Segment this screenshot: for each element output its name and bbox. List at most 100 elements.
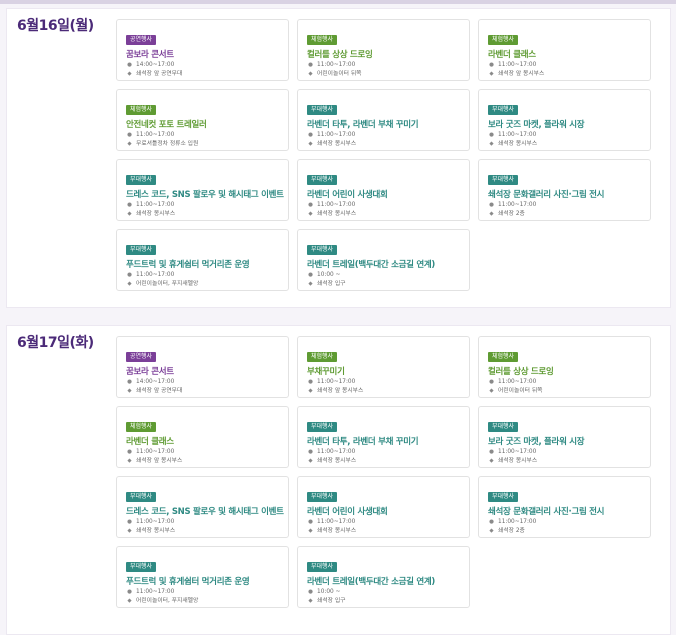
- event-card[interactable]: 체험행사 부채꾸미기 ● 11:00~17:00 ◆ 쇄석장 앞 몽시부스: [297, 336, 470, 398]
- location-diamond-icon: ◆: [489, 71, 494, 77]
- event-place-text: 쇄석장 몽시부스: [317, 458, 357, 464]
- event-card[interactable]: 부대행사 라벤더 트레일(백두대간 소금길 연계) ● 10:00 ~ ◆ 쇄석장 입구: [297, 229, 470, 291]
- event-place: ◆ 쇄석장 앞 공연무대: [126, 387, 279, 396]
- clock-icon: ●: [127, 132, 132, 138]
- event-place: ◆ 어린이놀이터 뒤쪽: [307, 70, 460, 79]
- event-place: ◆ 쇄석장 앞 몽시부스: [307, 387, 460, 396]
- clock-icon: ●: [308, 132, 313, 138]
- event-title[interactable]: 쇄석장 문화갤러리 사진·그림 전시: [488, 190, 641, 201]
- location-diamond-icon: ◆: [127, 528, 132, 534]
- event-time: ● 11:00~17:00: [488, 201, 641, 210]
- event-place-text: 쇄석장 몽시부스: [317, 211, 357, 217]
- event-time-text: 10:00 ~: [317, 589, 341, 595]
- event-card[interactable]: 공연행사 꿈보라 콘서트 ● 14:00~17:00 ◆ 쇄석장 앞 공연무대: [116, 336, 289, 398]
- event-card[interactable]: 공연행사 꿈보라 콘서트 ● 14:00~17:00 ◆ 쇄석장 앞 공연무대: [116, 19, 289, 81]
- event-card[interactable]: 부대행사 라벤더 어린이 사생대회 ● 11:00~17:00 ◆ 쇄석장 몽시부스: [297, 476, 470, 538]
- event-time-text: 14:00~17:00: [136, 379, 175, 385]
- event-title[interactable]: 푸드트럭 및 휴게쉼터 먹거리존 운영: [126, 260, 279, 271]
- event-time-text: 11:00~17:00: [317, 62, 356, 68]
- clock-icon: ●: [127, 379, 132, 385]
- event-place-text: 쇄석장 몽시부스: [317, 141, 357, 147]
- event-place: ◆ 쇄석장 몽시부스: [307, 210, 460, 219]
- location-diamond-icon: ◆: [489, 388, 494, 394]
- event-card[interactable]: 체험행사 안전네컷 포토 트레일러 ● 11:00~17:00 ◆ 무료셔틀정차 정류소 …: [116, 89, 289, 151]
- event-card[interactable]: 체험행사 라벤더 클래스 ● 11:00~17:00 ◆ 쇄석장 앞 몽시부스: [478, 19, 651, 81]
- event-place: ◆ 어린이놀이터 뒤쪽: [488, 387, 641, 396]
- event-title[interactable]: 라벤더 타투, 라벤더 부채 꾸미기: [307, 120, 460, 131]
- event-title[interactable]: 보라 굿즈 마켓, 플라워 시장: [488, 120, 641, 131]
- event-title[interactable]: 라벤더 클래스: [126, 437, 279, 448]
- event-place-text: 쇄석장 앞 공연무대: [136, 388, 183, 394]
- event-time: ● 14:00~17:00: [126, 378, 279, 387]
- event-title[interactable]: 라벤더 트레일(백두대간 소금길 연계): [307, 577, 460, 588]
- event-place: ◆ 쇄석장 2층: [488, 527, 641, 536]
- event-title[interactable]: 컬러를 상상 드로잉: [307, 50, 460, 61]
- event-time-text: 11:00~17:00: [498, 449, 537, 455]
- event-card[interactable]: 부대행사 보라 굿즈 마켓, 플라워 시장 ● 11:00~17:00 ◆ 쇄석장 몽시부…: [478, 406, 651, 468]
- location-diamond-icon: ◆: [308, 281, 313, 287]
- event-card[interactable]: 부대행사 드레스 코드, SNS 팔로우 및 해시태그 이벤트 ● 11:00~17:…: [116, 159, 289, 221]
- event-title[interactable]: 드레스 코드, SNS 팔로우 및 해시태그 이벤트: [126, 190, 284, 201]
- clock-icon: ●: [489, 379, 494, 385]
- event-title[interactable]: 드레스 코드, SNS 팔로우 및 해시태그 이벤트: [126, 507, 284, 518]
- event-title[interactable]: 보라 굿즈 마켓, 플라워 시장: [488, 437, 641, 448]
- event-time-text: 11:00~17:00: [136, 519, 175, 525]
- event-title[interactable]: 컬러를 상상 드로잉: [488, 367, 641, 378]
- event-place-text: 쇄석장 앞 몽시부스: [498, 71, 545, 77]
- event-card[interactable]: 부대행사드레스 코드, SNS 팔로우 및 해시태그 이벤트 ● 11:00~17:…: [116, 476, 289, 538]
- event-title[interactable]: 부채꾸미기: [307, 367, 460, 378]
- event-card[interactable]: 체험행사컬러를 상상 드로잉 ● 11:00~17:00 ◆ 어린이놀이터 뒤쪽: [297, 19, 470, 81]
- event-card[interactable]: 부대행사 푸드트럭 및 휴게쉼터 먹거리존 운영 ● 11:00~17:00 ◆ 어린이놀…: [116, 546, 289, 608]
- category-badge: 체험행사: [307, 35, 338, 45]
- event-time: ● 11:00~17:00: [126, 201, 279, 210]
- event-card[interactable]: 부대행사 쇄석장 문화갤러리 사진·그림 전시 ● 11:00~17:00 ◆ 쇄석장 2…: [478, 159, 651, 221]
- event-title[interactable]: 라벤더 트레일(백두대간 소금길 연계): [307, 260, 460, 271]
- event-card[interactable]: 부대행사 보라 굿즈 마켓, 플라워 시장 ● 11:00~17:00 ◆ 쇄석장 몽시부…: [478, 89, 651, 151]
- category-badge: 부대행사: [126, 492, 157, 502]
- event-place: ◆ 쇄석장 앞 몽시부스: [488, 70, 641, 79]
- event-card[interactable]: 부대행사 라벤더 타투, 라벤더 부채 꾸미기 ● 11:00~17:00 ◆ 쇄석장 몽…: [297, 89, 470, 151]
- event-time-text: 11:00~17:00: [317, 519, 356, 525]
- event-time: ● 10:00 ~: [307, 588, 460, 597]
- category-badge: 부대행사: [307, 245, 338, 255]
- event-title[interactable]: 꿈보라 콘서트: [126, 367, 279, 378]
- category-badge: 부대행사: [307, 492, 338, 502]
- event-card[interactable]: 체험행사 컬러를 상상 드로잉 ● 11:00~17:00 ◆ 어린이놀이터 뒤쪽: [478, 336, 651, 398]
- event-time-text: 11:00~17:00: [317, 449, 356, 455]
- event-time: ● 14:00~17:00: [126, 61, 279, 70]
- location-diamond-icon: ◆: [308, 528, 313, 534]
- event-time: ● 11:00~17:00: [126, 588, 279, 597]
- event-title[interactable]: 라벤더 어린이 사생대회: [307, 190, 460, 201]
- event-card[interactable]: 체험행사 라벤더 클래스 ● 11:00~17:00 ◆ 쇄석장 앞 몽시부스: [116, 406, 289, 468]
- event-place-text: 쇄석장 몽시부스: [317, 528, 357, 534]
- event-time: ● 11:00~17:00: [307, 61, 460, 70]
- clock-icon: ●: [127, 589, 132, 595]
- event-card[interactable]: 부대행사 쇄석장 문화갤러리 사진·그림 전시 ● 11:00~17:00 ◆ 쇄석장 2…: [478, 476, 651, 538]
- event-title[interactable]: 푸드트럭 및 휴게쉼터 먹거리존 운영: [126, 577, 279, 588]
- event-title[interactable]: 안전네컷 포토 트레일러: [126, 120, 279, 131]
- clock-icon: ●: [127, 449, 132, 455]
- event-title[interactable]: 꿈보라 콘서트: [126, 50, 279, 61]
- category-badge: 부대행사: [126, 562, 157, 572]
- clock-icon: ●: [127, 519, 132, 525]
- event-card[interactable]: 부대행사 라벤더 타투, 라벤더 부채 꾸미기 ● 11:00~17:00 ◆ 쇄석장 몽…: [297, 406, 470, 468]
- event-title[interactable]: 라벤더 어린이 사생대회: [307, 507, 460, 518]
- location-diamond-icon: ◆: [127, 598, 132, 604]
- event-card[interactable]: 부대행사 라벤더 어린이 사생대회 ● 11:00~17:00 ◆ 쇄석장 몽시부스: [297, 159, 470, 221]
- event-title[interactable]: 라벤더 클래스: [488, 50, 641, 61]
- event-place-text: 쇄석장 입구: [317, 281, 346, 287]
- category-badge: 체험행사: [126, 105, 157, 115]
- event-time: ● 11:00~17:00: [488, 378, 641, 387]
- location-diamond-icon: ◆: [127, 71, 132, 77]
- event-card[interactable]: 부대행사 라벤더 트레일(백두대간 소금길 연계) ● 10:00 ~ ◆ 쇄석장 입구: [297, 546, 470, 608]
- category-badge: 체험행사: [126, 422, 157, 432]
- event-title[interactable]: 라벤더 타투, 라벤더 부채 꾸미기: [307, 437, 460, 448]
- event-place: ◆ 쇄석장 앞 공연무대: [126, 70, 279, 79]
- event-title[interactable]: 쇄석장 문화갤러리 사진·그림 전시: [488, 507, 641, 518]
- event-place: ◆ 쇄석장 몽시부스: [488, 457, 641, 466]
- event-place-text: 쇄석장 몽시부스: [498, 141, 538, 147]
- location-diamond-icon: ◆: [489, 458, 494, 464]
- category-badge: 부대행사: [488, 422, 519, 432]
- event-card[interactable]: 부대행사 푸드트럭 및 휴게쉼터 먹거리존 운영 ● 11:00~17:00 ◆ 어린이놀…: [116, 229, 289, 291]
- location-diamond-icon: ◆: [308, 458, 313, 464]
